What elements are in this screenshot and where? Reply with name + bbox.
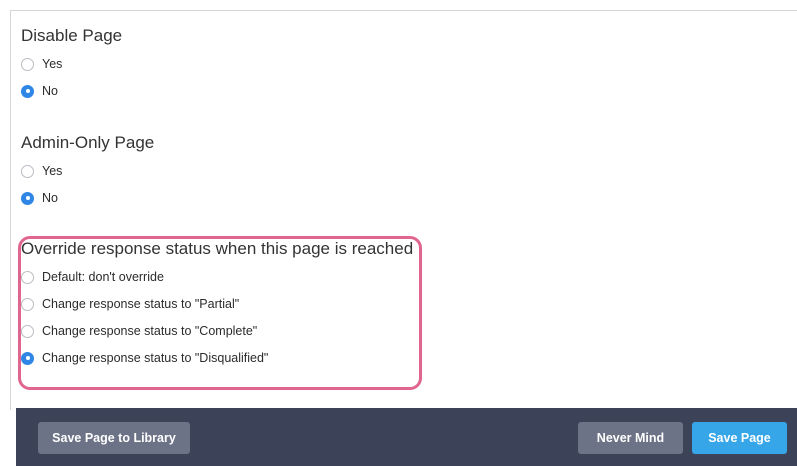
- radio-button[interactable]: [21, 164, 34, 178]
- admin-only-page-group: Admin-Only Page Yes No: [21, 132, 154, 208]
- override-option-partial[interactable]: Change response status to "Partial": [21, 294, 413, 314]
- disable-page-title: Disable Page: [21, 26, 123, 45]
- radio-button[interactable]: [21, 191, 34, 205]
- override-status-title: Override response status when this page …: [21, 239, 414, 258]
- override-option-complete[interactable]: Change response status to "Complete": [21, 321, 413, 341]
- override-status-group: Override response status when this page …: [21, 238, 413, 368]
- radio-button[interactable]: [21, 84, 34, 98]
- radio-button[interactable]: [21, 270, 34, 284]
- save-page-button[interactable]: Save Page: [692, 422, 787, 454]
- option-label: Yes: [42, 57, 63, 71]
- radio-button[interactable]: [21, 324, 34, 338]
- radio-button[interactable]: [21, 297, 34, 311]
- radio-button[interactable]: [21, 351, 34, 365]
- option-label: Change response status to "Complete": [42, 324, 258, 338]
- admin-only-page-title: Admin-Only Page: [21, 133, 155, 152]
- radio-button[interactable]: [21, 57, 34, 71]
- option-label: Yes: [42, 164, 63, 178]
- footer-action-bar: Save Page to Library Never Mind Save Pag…: [16, 408, 797, 466]
- disable-page-option-yes[interactable]: Yes: [21, 54, 122, 74]
- override-option-default[interactable]: Default: don't override: [21, 267, 413, 287]
- admin-only-option-no[interactable]: No: [21, 188, 154, 208]
- save-page-to-library-button[interactable]: Save Page to Library: [38, 422, 190, 454]
- option-label: Change response status to "Partial": [42, 297, 240, 311]
- option-label: Change response status to "Disqualified": [42, 351, 269, 365]
- never-mind-button[interactable]: Never Mind: [578, 422, 683, 454]
- override-option-disqualified[interactable]: Change response status to "Disqualified": [21, 348, 413, 368]
- option-label: Default: don't override: [42, 270, 164, 284]
- option-label: No: [42, 191, 58, 205]
- disable-page-group: Disable Page Yes No: [21, 25, 122, 101]
- disable-page-option-no[interactable]: No: [21, 81, 122, 101]
- option-label: No: [42, 84, 58, 98]
- admin-only-option-yes[interactable]: Yes: [21, 161, 154, 181]
